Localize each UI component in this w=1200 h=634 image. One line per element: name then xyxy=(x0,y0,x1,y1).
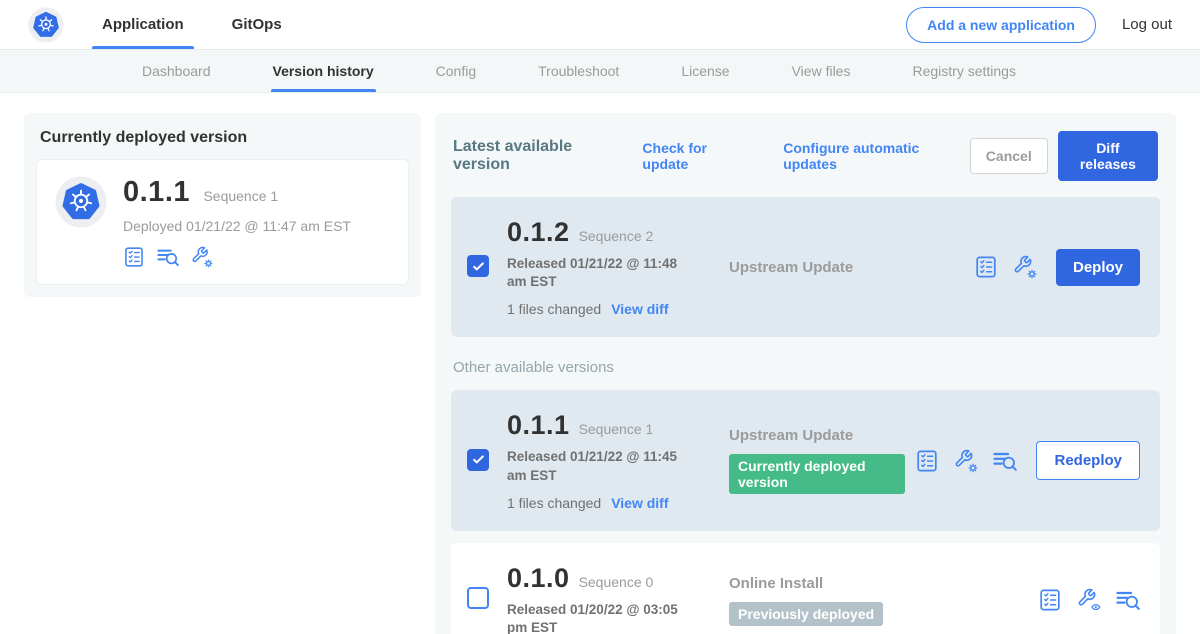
status-badge: Currently deployed version xyxy=(729,454,905,494)
deployed-sequence-label: Sequence 1 xyxy=(203,188,278,204)
lines-magnifier-icon[interactable] xyxy=(1116,588,1140,612)
top-header: Application GitOps Add a new application… xyxy=(0,0,1200,50)
other-available-versions-label: Other available versions xyxy=(453,359,1158,376)
tab-gitops[interactable]: GitOps xyxy=(222,0,292,49)
deploy-button[interactable]: Deploy xyxy=(1056,249,1140,286)
version-row-0.1.2: 0.1.2 Sequence 2 Released 01/21/22 @ 11:48… xyxy=(451,197,1160,337)
cancel-button[interactable]: Cancel xyxy=(970,138,1048,174)
kubernetes-logo xyxy=(55,176,107,268)
currently-deployed-panel: Currently deployed version 0.1.1 Sequenc… xyxy=(24,113,421,297)
main-content: Currently deployed version 0.1.1 Sequenc… xyxy=(0,93,1200,634)
check-for-update-link[interactable]: Check for update xyxy=(621,140,738,172)
tab-application[interactable]: Application xyxy=(92,0,194,49)
version-source-label: Upstream Update xyxy=(729,427,905,444)
check-for-update-label: Check for update xyxy=(642,140,738,172)
subnav-tab-view-files[interactable]: View files xyxy=(790,50,853,92)
add-new-application-button[interactable]: Add a new application xyxy=(906,7,1096,43)
app-subnav: Dashboard Version history Config Troublesho… xyxy=(0,50,1200,93)
logout-link[interactable]: Log out xyxy=(1122,16,1172,33)
subnav-tab-config[interactable]: Config xyxy=(434,50,478,92)
checklist-icon[interactable] xyxy=(974,255,998,279)
subnav-tab-version-history[interactable]: Version history xyxy=(271,50,376,92)
wrench-gear-icon[interactable] xyxy=(954,449,978,473)
version-number: 0.1.0 xyxy=(507,563,570,593)
files-changed-label: 1 files changed xyxy=(507,301,601,317)
version-checkbox-0.1.2[interactable] xyxy=(467,255,489,277)
sequence-label: Sequence 1 xyxy=(579,421,654,437)
version-row-0.1.1: 0.1.1 Sequence 1 Released 01/21/22 @ 11:45… xyxy=(451,390,1160,530)
deployed-version-number: 0.1.1 xyxy=(123,176,190,208)
diff-releases-button[interactable]: Diff releases xyxy=(1058,131,1158,181)
version-source-label: Upstream Update xyxy=(729,259,964,276)
lines-magnifier-icon[interactable] xyxy=(993,449,1017,473)
kubernetes-logo xyxy=(28,0,64,49)
schedule-update-icon xyxy=(762,147,777,165)
files-changed-label: 1 files changed xyxy=(507,495,601,511)
sequence-label: Sequence 0 xyxy=(579,574,654,590)
subnav-tab-license[interactable]: License xyxy=(679,50,731,92)
view-diff-link[interactable]: View diff xyxy=(611,495,668,511)
subnav-tab-dashboard[interactable]: Dashboard xyxy=(140,50,213,92)
released-timestamp: Released 01/21/22 @ 11:45 am EST xyxy=(507,448,697,484)
released-timestamp: Released 01/21/22 @ 11:48 am EST xyxy=(507,255,697,291)
view-diff-link[interactable]: View diff xyxy=(611,301,668,317)
configure-automatic-updates-link[interactable]: Configure automatic updates xyxy=(762,140,946,172)
wrench-gear-icon[interactable] xyxy=(191,246,213,268)
version-number: 0.1.1 xyxy=(507,410,570,440)
status-badge: Previously deployed xyxy=(729,602,883,626)
version-checkbox-0.1.0[interactable] xyxy=(467,587,489,609)
refresh-icon xyxy=(621,147,636,165)
version-checkbox-0.1.1[interactable] xyxy=(467,449,489,471)
subnav-tab-registry-settings[interactable]: Registry settings xyxy=(910,50,1017,92)
released-timestamp: Released 01/20/22 @ 03:05 pm EST xyxy=(507,601,697,634)
version-source-label: Online Install xyxy=(729,575,1028,592)
version-row-0.1.0: 0.1.0 Sequence 0 Released 01/20/22 @ 03:05… xyxy=(451,543,1160,634)
deployed-version-card: 0.1.1 Sequence 1 Deployed 01/21/22 @ 11:… xyxy=(36,159,409,285)
sequence-label: Sequence 2 xyxy=(579,228,654,244)
wrench-gear-icon[interactable] xyxy=(1013,255,1037,279)
checklist-icon[interactable] xyxy=(123,246,145,268)
currently-deployed-title: Currently deployed version xyxy=(40,129,405,147)
lines-magnifier-icon[interactable] xyxy=(157,246,179,268)
latest-version-title: Latest available version xyxy=(453,138,605,174)
version-number: 0.1.2 xyxy=(507,217,570,247)
redeploy-button[interactable]: Redeploy xyxy=(1036,441,1140,480)
checklist-icon[interactable] xyxy=(1038,588,1062,612)
subnav-tab-troubleshoot[interactable]: Troubleshoot xyxy=(536,50,621,92)
configure-automatic-updates-label: Configure automatic updates xyxy=(783,140,946,172)
wrench-eye-icon[interactable] xyxy=(1077,588,1101,612)
deployed-timestamp: Deployed 01/21/22 @ 11:47 am EST xyxy=(123,218,351,234)
checklist-icon[interactable] xyxy=(915,449,939,473)
version-history-panel: Latest available version Check for updat… xyxy=(435,113,1176,634)
latest-version-header: Latest available version Check for updat… xyxy=(453,131,1158,181)
